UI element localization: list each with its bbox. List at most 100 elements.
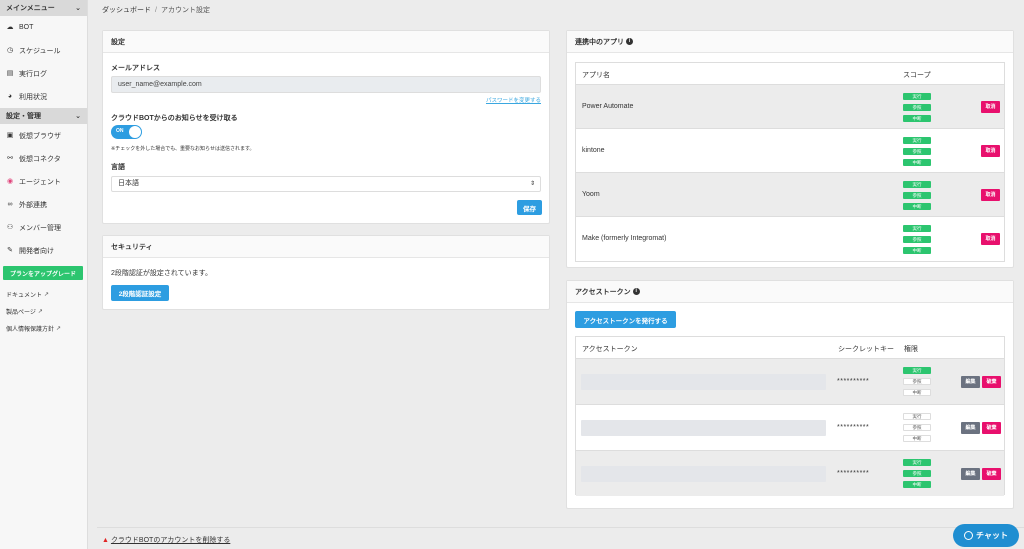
sidebar-item-connector[interactable]: ⚯ 仮想コネクタ <box>0 147 87 170</box>
revoke-button[interactable]: 取消 <box>981 145 1000 157</box>
link-label: ドキュメント <box>6 293 43 299</box>
scope-badge: 参照 <box>903 192 931 199</box>
sidebar-item-usage[interactable]: ◕ 利用状況 <box>0 85 87 108</box>
upgrade-plan-button[interactable]: プランをアップグレード <box>3 266 83 280</box>
sidebar-item-members[interactable]: ⚇ メンバー管理 <box>0 216 87 239</box>
settings-menu-label: 設定・管理 <box>6 113 41 120</box>
change-password-link[interactable]: パスワードを変更する <box>486 96 541 104</box>
chat-label: チャット <box>976 531 1008 540</box>
tokens-title: アクセストークン <box>575 288 631 296</box>
scope-badge: 実行 <box>903 225 931 232</box>
settings-title: 設定 <box>103 31 549 53</box>
edit-button[interactable]: 編集 <box>961 376 980 388</box>
tokens-title-row: アクセストークン i <box>567 281 1013 303</box>
scope-badge: 参照 <box>903 236 931 243</box>
sidebar-item-label: 仮想コネクタ <box>19 155 61 163</box>
sidebar-item-logs[interactable]: ▤ 実行ログ <box>0 62 87 85</box>
sidebar-item-developer[interactable]: ✎ 開発者向け <box>0 239 87 262</box>
sidebar-item-agent[interactable]: ◉ エージェント <box>0 170 87 193</box>
email-field[interactable]: user_name@example.com <box>111 76 541 93</box>
settings-menu-header[interactable]: 設定・管理 ⌄ <box>0 108 87 124</box>
breadcrumb-separator: / <box>155 7 157 14</box>
scope-badge: 実行 <box>903 137 931 144</box>
sidebar-item-schedule[interactable]: ◷ スケジュール <box>0 39 87 62</box>
breadcrumb: ダッシュボード / アカウント設定 <box>102 5 210 15</box>
info-icon[interactable]: i <box>626 38 633 45</box>
sidebar-item-label: 実行ログ <box>19 70 47 78</box>
chart-icon: ◕ <box>7 92 13 100</box>
breadcrumb-current: アカウント設定 <box>160 7 210 14</box>
language-value: 日本語 <box>118 180 139 187</box>
permission-badge: 実行 <box>903 459 931 466</box>
access-tokens-card: アクセストークン i アクセストークンを発行する アクセストークン シークレットキ… <box>566 280 1014 509</box>
sidebar-item-label: 利用状況 <box>19 93 47 101</box>
sidebar-item-bot[interactable]: ☁ BOT <box>0 16 87 39</box>
link-label: 個人情報保護方針 <box>6 327 55 333</box>
breadcrumb-home[interactable]: ダッシュボード <box>102 7 151 14</box>
revoke-button[interactable]: 取消 <box>981 233 1000 245</box>
sidebar-item-label: エージェント <box>19 178 61 186</box>
table-row: ********** 実行 参照 中断 編集 破棄 <box>576 404 1004 450</box>
apps-col-name: アプリ名 <box>582 72 610 79</box>
secret-key: ********** <box>837 470 870 477</box>
connected-apps-card: 連携中のアプリ i アプリ名 スコープ Power Automate 実行 参照 中断取… <box>566 30 1014 268</box>
agent-icon: ◉ <box>6 177 14 185</box>
app-name: Make (formerly Integromat) <box>582 235 667 242</box>
apps-title-row: 連携中のアプリ i <box>567 31 1013 53</box>
link-icon: ∞ <box>7 200 13 208</box>
sidebar-item-label: メンバー管理 <box>19 224 61 232</box>
privacy-policy-link[interactable]: 個人情報保護方針 ↗ <box>0 320 87 337</box>
footer-divider <box>97 527 1024 528</box>
notify-label: クラウドBOTからのお知らせを受け取る <box>111 115 238 122</box>
language-select[interactable]: 日本語 ⇕ <box>111 176 541 192</box>
apps-title: 連携中のアプリ <box>575 38 624 46</box>
secret-key: ********** <box>837 378 870 385</box>
tokens-col-perm: 権限 <box>904 346 918 353</box>
token-field[interactable] <box>581 374 826 390</box>
select-arrow-icon: ⇕ <box>529 181 535 187</box>
sidebar-item-integrations[interactable]: ∞ 外部連携 <box>0 193 87 216</box>
notify-toggle[interactable]: ON <box>111 125 142 139</box>
security-title: セキュリティ <box>103 236 549 258</box>
documents-link[interactable]: ドキュメント ↗ <box>0 286 87 303</box>
product-page-link[interactable]: 製品ページ ↗ <box>0 303 87 320</box>
revoke-button[interactable]: 取消 <box>981 101 1000 113</box>
discard-button[interactable]: 破棄 <box>982 468 1001 480</box>
revoke-button[interactable]: 取消 <box>981 189 1000 201</box>
bot-icon: ☁ <box>6 23 14 31</box>
tokens-col-token: アクセストークン <box>582 346 638 353</box>
main-menu-header[interactable]: メインメニュー ⌄ <box>0 0 87 16</box>
chat-button[interactable]: チャット <box>953 524 1019 547</box>
token-field[interactable] <box>581 466 826 482</box>
warning-icon: ▲ <box>102 537 109 544</box>
table-row: ********** 実行 参照 中断 編集 破棄 <box>576 450 1004 496</box>
sidebar-item-label: 仮想ブラウザ <box>19 132 61 140</box>
scope-badge: 中断 <box>903 159 931 166</box>
two-factor-settings-button[interactable]: 2段階認証設定 <box>111 285 169 301</box>
token-field[interactable] <box>581 420 826 436</box>
users-icon: ⚇ <box>6 223 14 231</box>
security-card: セキュリティ 2段階認証が設定されています。 2段階認証設定 <box>102 235 550 310</box>
tokens-col-secret: シークレットキー <box>838 346 894 353</box>
wrench-icon: ✎ <box>7 246 13 254</box>
permission-badge: 中断 <box>903 481 931 488</box>
info-icon[interactable]: i <box>632 288 640 295</box>
issue-token-button[interactable]: アクセストークンを発行する <box>575 311 676 328</box>
apps-col-scope: スコープ <box>903 72 931 79</box>
edit-button[interactable]: 編集 <box>961 422 980 434</box>
external-link-icon: ↗ <box>44 292 50 298</box>
app-name: Yoom <box>582 191 600 198</box>
external-link-icon: ↗ <box>37 309 43 315</box>
discard-button[interactable]: 破棄 <box>982 422 1001 434</box>
notify-note: ※チェックを外した場合でも、重要なお知らせは送信されます。 <box>111 146 255 152</box>
sidebar-item-label: 外部連携 <box>19 201 47 209</box>
sidebar-item-browser[interactable]: ▣ 仮想ブラウザ <box>0 124 87 147</box>
table-row: Yoom 実行 参照 中断 取消 <box>576 172 1004 216</box>
scope-badge: 実行 <box>903 181 931 188</box>
language-label: 言語 <box>111 164 125 171</box>
edit-button[interactable]: 編集 <box>961 468 980 480</box>
delete-account-link[interactable]: ▲ クラウドBOTのアカウントを削除する <box>102 535 230 545</box>
save-button[interactable]: 保存 <box>517 200 542 215</box>
discard-button[interactable]: 破棄 <box>982 376 1001 388</box>
file-icon: ▤ <box>6 69 14 77</box>
